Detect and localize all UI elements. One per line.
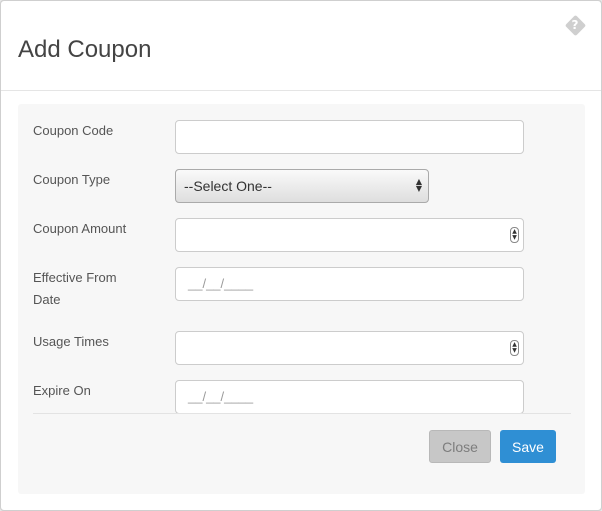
effective-from-label: Effective From Date bbox=[33, 267, 117, 311]
modal-body: Coupon Code Coupon Type --Select One-- ▲… bbox=[18, 104, 585, 494]
coupon-type-selected-value: --Select One-- bbox=[184, 178, 272, 194]
add-coupon-modal: Add Coupon ? Coupon Code Coupon Type --S… bbox=[0, 0, 602, 511]
modal-header: Add Coupon ? bbox=[1, 1, 601, 91]
select-arrows-icon: ▲ ▼ bbox=[415, 177, 422, 193]
coupon-code-label: Coupon Code bbox=[33, 123, 114, 138]
effective-from-label-line1: Effective From bbox=[33, 270, 117, 285]
coupon-amount-input[interactable]: ▲ ▼ bbox=[175, 218, 524, 252]
usage-times-input[interactable]: ▲ ▼ bbox=[175, 331, 524, 365]
effective-from-label-line2: Date bbox=[33, 292, 61, 307]
close-icon-glyph: ? bbox=[571, 18, 579, 32]
number-spinner-icon[interactable]: ▲ ▼ bbox=[510, 340, 519, 356]
footer-divider bbox=[33, 413, 571, 414]
coupon-type-select[interactable]: --Select One-- ▲ ▼ bbox=[175, 169, 429, 203]
coupon-type-label: Coupon Type bbox=[33, 172, 111, 187]
number-spinner-icon[interactable]: ▲ ▼ bbox=[510, 227, 519, 243]
modal-title: Add Coupon bbox=[18, 36, 152, 63]
save-button[interactable]: Save bbox=[500, 430, 556, 463]
expire-on-placeholder: __/__/____ bbox=[188, 389, 254, 404]
usage-times-label: Usage Times bbox=[33, 334, 109, 349]
effective-from-placeholder: __/__/____ bbox=[188, 276, 254, 291]
expire-on-label: Expire On bbox=[33, 383, 91, 398]
close-icon[interactable]: ? bbox=[564, 14, 586, 36]
effective-from-date-input[interactable]: __/__/____ bbox=[175, 267, 524, 301]
close-button[interactable]: Close bbox=[429, 430, 491, 463]
coupon-amount-label: Coupon Amount bbox=[33, 221, 127, 236]
coupon-code-input[interactable] bbox=[175, 120, 524, 154]
expire-on-date-input[interactable]: __/__/____ bbox=[175, 380, 524, 414]
